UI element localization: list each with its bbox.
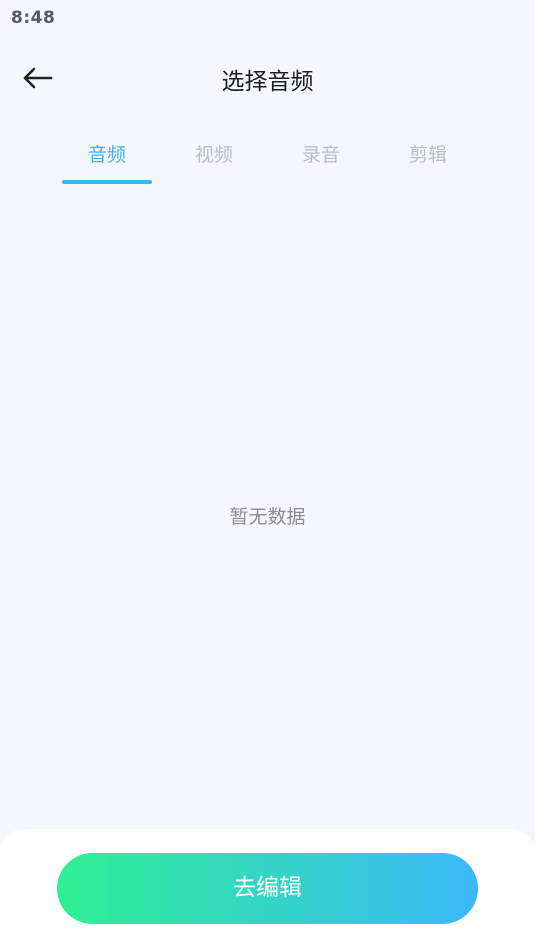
tab-clip[interactable]: 剪辑: [383, 140, 473, 167]
tab-bar: 音频 视频 录音 剪辑: [0, 130, 535, 190]
page-title: 选择音频: [221, 69, 314, 95]
tab-video[interactable]: 视频: [169, 140, 259, 167]
tab-recording[interactable]: 录音: [276, 140, 366, 167]
status-time: 8:48: [11, 8, 56, 28]
active-tab-indicator: [62, 180, 152, 184]
go-edit-button[interactable]: 去编辑: [57, 853, 478, 924]
empty-state-text: 暂无数据: [229, 506, 306, 528]
bottom-panel: 去编辑: [0, 829, 535, 951]
status-bar: 8:48: [0, 0, 535, 38]
tab-audio[interactable]: 音频: [62, 140, 152, 167]
top-bar: 选择音频: [0, 48, 535, 108]
